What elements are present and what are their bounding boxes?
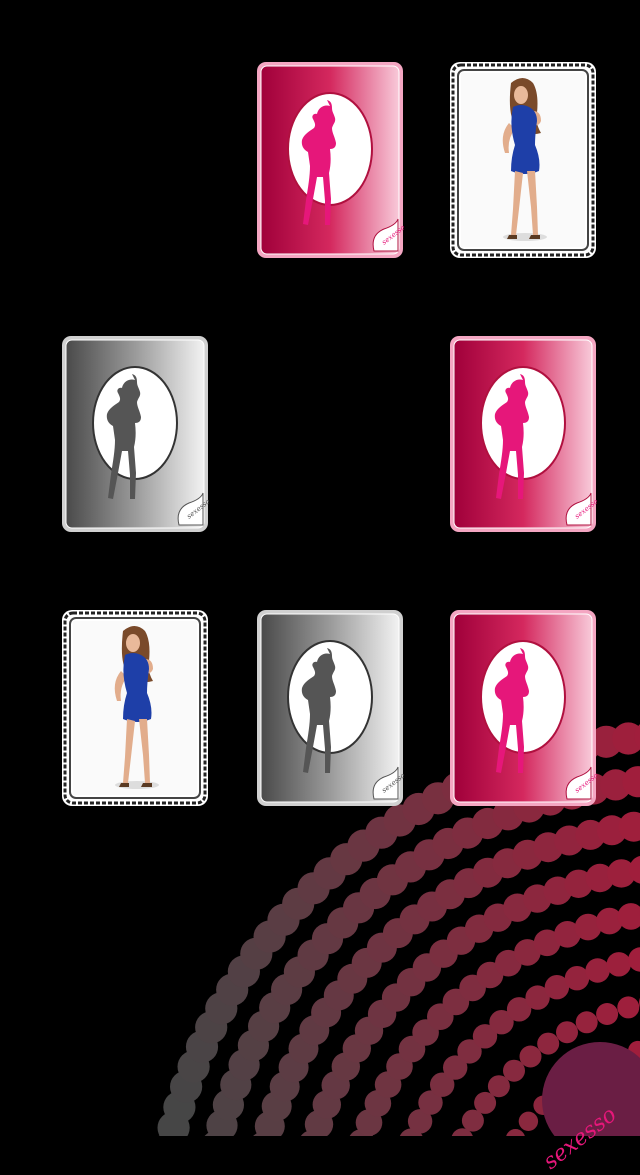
decoration-dot <box>596 1003 618 1025</box>
card-face-down-pink[interactable]: sexesso <box>449 335 597 533</box>
card-face-up[interactable] <box>61 609 209 807</box>
decoration-dot <box>556 1021 578 1043</box>
decoration-dot <box>506 1129 525 1136</box>
card-face-down-gray[interactable]: sexesso <box>61 335 209 533</box>
card-face-down-pink[interactable]: sexesso <box>256 61 404 259</box>
decoration-dot <box>537 1033 559 1055</box>
decoration-dot <box>519 1112 538 1131</box>
decoration-dot <box>585 958 609 982</box>
decoration-dot <box>520 1046 542 1068</box>
card-face-down-gray[interactable]: sexesso <box>256 609 404 807</box>
decoration-dot <box>607 952 631 976</box>
decoration-dot <box>617 996 639 1018</box>
decoration-dot <box>576 1011 598 1033</box>
card-face-up[interactable] <box>449 61 597 259</box>
card-face-down-pink[interactable]: sexesso <box>449 609 597 807</box>
